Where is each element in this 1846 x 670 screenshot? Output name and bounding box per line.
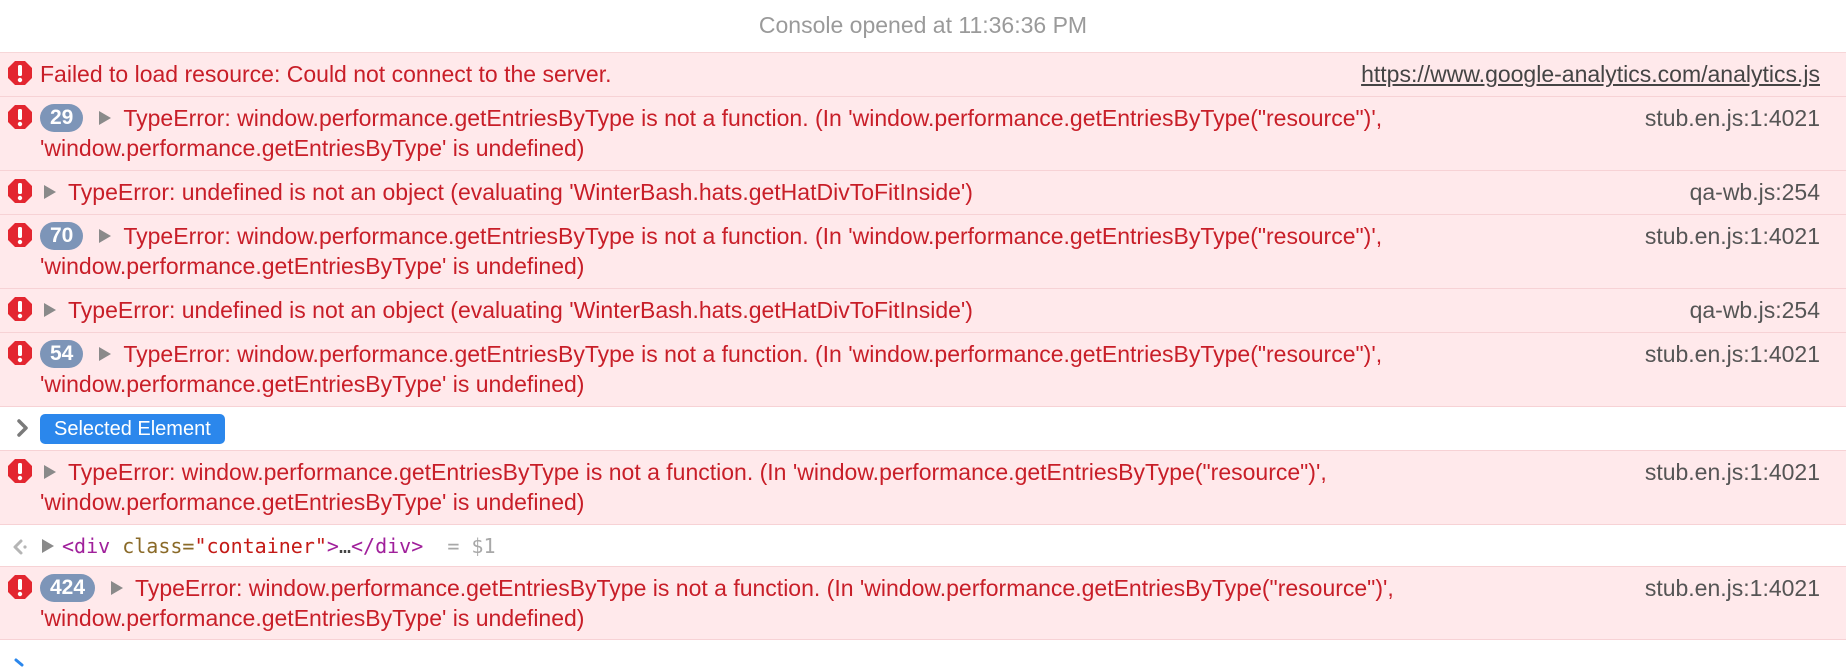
tag-open: <div	[62, 534, 111, 558]
source-link[interactable]: stub.en.js:1:4021	[1645, 573, 1820, 603]
selected-element-badge[interactable]: Selected Element	[40, 414, 225, 444]
console-message[interactable]: TypeError: window.performance.getEntries…	[0, 451, 1846, 525]
console-message[interactable]: 424 TypeError: window.performance.getEntr…	[0, 567, 1846, 640]
error-icon	[8, 459, 32, 483]
source-link[interactable]: https://www.google-analytics.com/analyti…	[1361, 59, 1820, 89]
disclosure-triangle-icon[interactable]	[42, 539, 54, 553]
message-text-continued: 'window.performance.getEntriesByType' is…	[40, 253, 585, 279]
tag-mid: >	[326, 534, 339, 558]
source-link[interactable]: stub.en.js:1:4021	[1645, 339, 1820, 369]
error-icon	[8, 575, 32, 599]
console-opened-text: Console opened at 11:36:36 PM	[758, 12, 1088, 38]
error-icon	[8, 61, 32, 85]
disclosure-triangle-icon[interactable]	[44, 303, 56, 317]
error-icon	[8, 105, 32, 129]
attr-value: "container"	[194, 534, 327, 558]
evaluation-result-row[interactable]: <div class= "container" >… </div> = $1	[0, 525, 1846, 567]
message-text: TypeError: window.performance.getEntries…	[123, 223, 1383, 249]
message-text: TypeError: window.performance.getEntries…	[135, 575, 1394, 601]
selected-element-row[interactable]: Selected Element	[0, 407, 1846, 451]
error-icon	[8, 179, 32, 203]
disclosure-triangle-icon[interactable]	[44, 465, 56, 479]
ellipsis: …	[338, 534, 352, 558]
repeat-count-badge: 29	[40, 104, 84, 132]
disclosure-triangle-icon[interactable]	[44, 185, 56, 199]
repeat-count-badge: 54	[40, 340, 84, 368]
source-link[interactable]: stub.en.js:1:4021	[1645, 221, 1820, 251]
error-icon	[8, 297, 32, 321]
message-text-continued: 'window.performance.getEntriesByType' is…	[40, 605, 585, 631]
chevron-right-icon[interactable]	[12, 417, 34, 439]
source-link[interactable]: qa-wb.js:254	[1690, 177, 1820, 207]
message-text: TypeError: undefined is not an object (e…	[68, 297, 973, 323]
source-link[interactable]: stub.en.js:1:4021	[1645, 103, 1820, 133]
source-link[interactable]: qa-wb.js:254	[1690, 295, 1820, 325]
message-text: TypeError: window.performance.getEntries…	[68, 459, 1327, 485]
message-text-continued: 'window.performance.getEntriesByType' is…	[40, 135, 585, 161]
console-message[interactable]: TypeError: undefined is not an object (e…	[0, 289, 1846, 333]
disclosure-triangle-icon[interactable]	[99, 347, 112, 361]
result-variable: = $1	[423, 534, 496, 558]
console-message[interactable]: 29 TypeError: window.performance.getEntri…	[0, 97, 1846, 171]
console-message[interactable]: 54 TypeError: window.performance.getEntri…	[0, 333, 1846, 407]
console-message[interactable]: TypeError: undefined is not an object (e…	[0, 171, 1846, 215]
error-icon	[8, 223, 32, 247]
message-text: Failed to load resource: Could not conne…	[40, 61, 612, 87]
attr-name: class=	[110, 534, 195, 558]
error-icon	[8, 341, 32, 365]
repeat-count-badge: 424	[40, 574, 96, 602]
console-opened-header: Console opened at 11:36:36 PM	[0, 0, 1846, 53]
disclosure-triangle-icon[interactable]	[99, 229, 112, 243]
console-message[interactable]: 70 TypeError: window.performance.getEntri…	[0, 215, 1846, 289]
message-text-continued: 'window.performance.getEntriesByType' is…	[40, 489, 585, 515]
disclosure-triangle-icon[interactable]	[111, 581, 124, 595]
disclosure-triangle-icon[interactable]	[99, 111, 112, 125]
console-message[interactable]: Failed to load resource: Could not conne…	[0, 53, 1846, 97]
source-link[interactable]: stub.en.js:1:4021	[1645, 457, 1820, 487]
result-arrow-icon	[13, 539, 27, 555]
message-text: TypeError: undefined is not an object (e…	[68, 179, 973, 205]
console-prompt-icon[interactable]	[14, 658, 26, 670]
message-text: TypeError: window.performance.getEntries…	[123, 341, 1383, 367]
message-text: TypeError: window.performance.getEntries…	[123, 105, 1383, 131]
message-text-continued: 'window.performance.getEntriesByType' is…	[40, 371, 585, 397]
tag-close: </div>	[351, 534, 424, 558]
repeat-count-badge: 70	[40, 222, 84, 250]
